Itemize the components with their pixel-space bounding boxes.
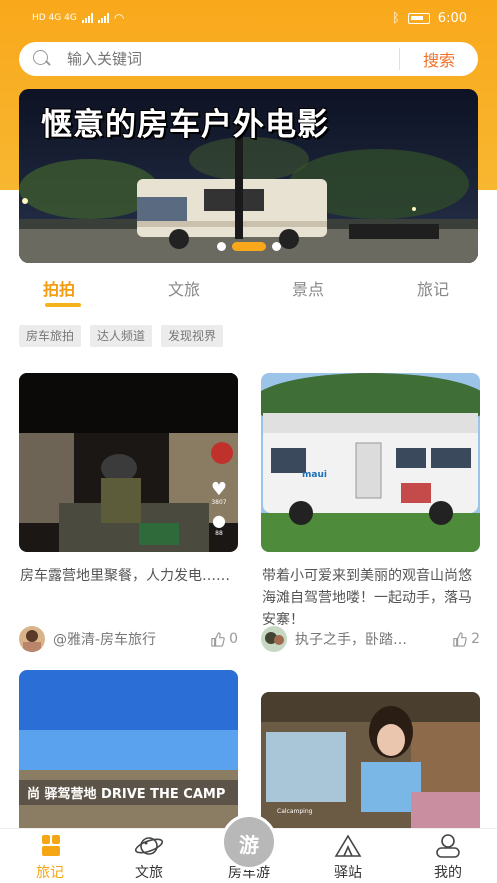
signal-icon (81, 13, 93, 23)
post-card[interactable]: 尚 驿驾营地 DRIVE THE CAMP (19, 670, 238, 849)
avatar[interactable] (261, 626, 287, 652)
tent-icon (334, 834, 362, 857)
battery-icon (407, 12, 430, 24)
avatar[interactable] (19, 626, 45, 652)
tab-wenlv[interactable]: 文旅 (168, 276, 200, 300)
post-meta: @雅清-房车旅行 0 (19, 626, 238, 652)
carousel-dot[interactable] (271, 242, 281, 251)
photo-watermark: Calcamping (277, 808, 313, 815)
nav-label: 旅记 (36, 865, 64, 881)
like-button[interactable]: 0 (210, 631, 238, 647)
tab-lvji[interactable]: 旅记 (417, 276, 449, 300)
nav-label: 我的 (434, 865, 462, 881)
status-right: ᛒ 6:00 (392, 11, 467, 26)
overlay-like-count: 3807 (211, 499, 227, 506)
wifi-icon: ◠ (113, 11, 125, 25)
post-card[interactable]: maui 带着小可爱来到美丽的观音山尚悠海滩自驾营地喽！一起动手，落马安寨！ 执… (261, 373, 480, 652)
like-button[interactable]: 2 (452, 631, 480, 647)
rv-brand-label: maui (302, 470, 327, 480)
comment-icon: ● (212, 511, 226, 530)
chip-rv-photo[interactable]: 房车旅拍 (19, 325, 82, 347)
chip-expert-channel[interactable]: 达人频道 (90, 325, 153, 347)
post-meta: 执子之手，卧踏… 2 (261, 626, 480, 652)
status-bar: HD 4G 4G ◠ ᛒ 6:00 (0, 0, 497, 36)
post-card[interactable]: ♥ 3807 ● 88 房车露营地里聚餐，人力发电…… @雅清-房车旅行 0 (19, 373, 238, 652)
author-name[interactable]: 执子之手，卧踏… (295, 629, 446, 649)
thumb-up-icon (211, 631, 225, 647)
profile-icon (436, 834, 460, 858)
post-image[interactable]: 尚 驿驾营地 DRIVE THE CAMP (19, 670, 238, 849)
status-left: HD 4G 4G ◠ (32, 11, 124, 25)
category-chips: 房车旅拍 达人频道 发现视界 (19, 325, 224, 347)
carousel-indicator (19, 242, 478, 251)
signal-icon-2 (97, 13, 109, 23)
search-bar: 搜索 (19, 42, 478, 76)
like-count: 2 (471, 631, 480, 647)
tab-active-indicator (45, 303, 81, 307)
chip-discover[interactable]: 发现视界 (161, 325, 224, 347)
planet-icon (134, 837, 164, 855)
rv-tour-icon[interactable]: 游 (221, 814, 277, 870)
carousel-dot[interactable] (216, 242, 226, 251)
content-tabs: 拍拍 文旅 景点 旅记 (0, 272, 497, 312)
heart-icon: ♥ (210, 479, 228, 500)
like-count: 0 (229, 631, 238, 647)
nav-profile[interactable]: 我的 (413, 833, 483, 882)
banner-carousel[interactable]: 惬意的房车户外电影 (19, 89, 478, 263)
status-time: 6:00 (437, 10, 467, 26)
nav-label: 驿站 (334, 865, 362, 881)
app-root: HD 4G 4G ◠ ᛒ 6:00 搜索 (0, 0, 497, 883)
search-button[interactable]: 搜索 (400, 47, 478, 71)
post-image[interactable]: ♥ 3807 ● 88 (19, 373, 238, 552)
carousel-dot-active[interactable] (231, 242, 266, 251)
thumb-up-icon (453, 631, 467, 647)
nav-rv-tour[interactable]: 游 房车游 (214, 814, 284, 882)
author-name[interactable]: @雅清-房车旅行 (53, 629, 204, 649)
network-label: HD 4G 4G (32, 13, 77, 23)
tab-jingdian[interactable]: 景点 (292, 276, 324, 300)
bottom-navigation: 旅记 文旅 游 房车游 驿站 我的 (0, 814, 497, 883)
nav-yizhan[interactable]: 驿站 (313, 833, 383, 882)
journal-icon (42, 835, 60, 856)
post-text: 带着小可爱来到美丽的观音山尚悠海滩自驾营地喽！一起动手，落马安寨！ (262, 568, 472, 628)
nav-lvji[interactable]: 旅记 (15, 833, 85, 882)
banner-title: 惬意的房车户外电影 (41, 107, 329, 143)
nav-wenlv[interactable]: 文旅 (114, 833, 184, 882)
tab-paipai[interactable]: 拍拍 (43, 276, 75, 300)
nav-label: 文旅 (135, 865, 163, 881)
search-icon (33, 50, 51, 68)
image-like-overlay[interactable]: ♥ 3807 ● 88 (208, 479, 230, 538)
bluetooth-icon: ᛒ (391, 10, 400, 26)
post-text: 房车露营地里聚餐，人力发电…… (20, 568, 230, 584)
post-image[interactable]: maui (261, 373, 480, 552)
search-input[interactable] (67, 50, 399, 68)
overlay-comment-count: 88 (215, 530, 223, 537)
camp-sign-text: 尚 驿驾营地 DRIVE THE CAMP (27, 787, 226, 802)
